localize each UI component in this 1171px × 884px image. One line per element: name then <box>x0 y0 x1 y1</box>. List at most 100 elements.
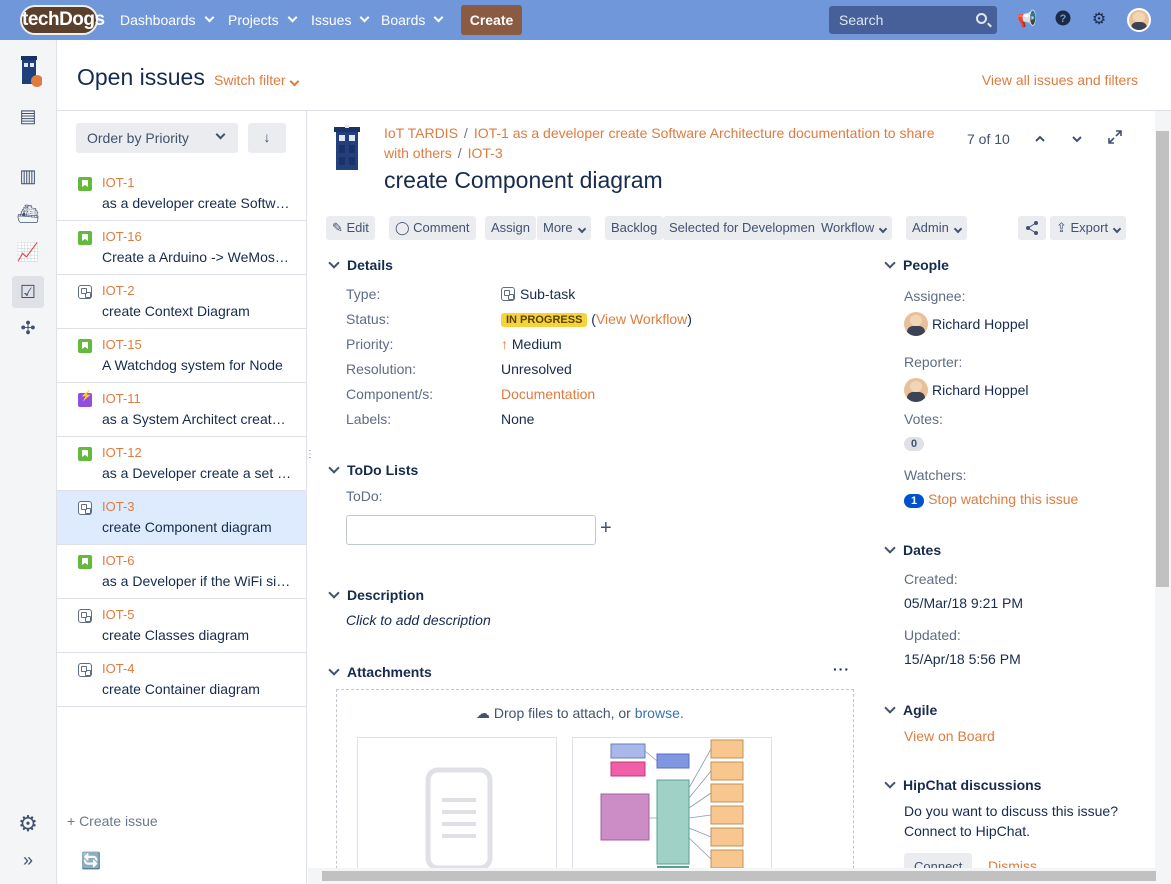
list-item[interactable]: IOT-12 as a Developer create a set of tes… <box>57 437 306 491</box>
view-workflow-link[interactable]: View Workflow <box>596 311 687 327</box>
watchers-count[interactable]: 1 <box>904 494 925 508</box>
issue-key: IOT-12 <box>102 445 142 460</box>
share-button[interactable] <box>1018 216 1046 240</box>
add-todo-icon[interactable]: + <box>600 517 612 540</box>
type-label: Type: <box>346 286 381 302</box>
people-heading[interactable]: People <box>886 257 949 273</box>
watchers-label: Watchers: <box>904 467 967 483</box>
sort-direction-button[interactable]: ↓ <box>248 123 286 153</box>
admin-button[interactable]: Admin <box>906 216 967 240</box>
details-heading[interactable]: Details <box>330 257 393 273</box>
comment-button[interactable]: ◯ Comment <box>389 216 476 240</box>
backlog-icon[interactable]: ▤ <box>16 104 40 128</box>
epic-icon <box>78 391 92 407</box>
backlog-button[interactable]: Backlog <box>605 216 664 240</box>
horizontal-scrollbar[interactable] <box>308 868 1171 884</box>
expand-sidebar-icon[interactable]: » <box>16 848 40 872</box>
agile-heading[interactable]: Agile <box>886 702 937 718</box>
hipchat-connect-button[interactable]: Connect <box>904 853 973 868</box>
breadcrumb-key[interactable]: IOT-3 <box>468 145 503 161</box>
user-avatar[interactable] <box>1127 8 1151 32</box>
panel-resize-handle[interactable]: ⋮ <box>305 450 315 468</box>
settings-gear-icon[interactable]: ⚙ <box>16 812 40 836</box>
add-ons-icon[interactable]: ✣ <box>16 316 40 340</box>
votes-count: 0 <box>904 437 925 451</box>
issue-summary: as a Developer if the WiFi signal drops <box>102 573 292 589</box>
techdogs-logo[interactable]: techDogs <box>20 5 105 35</box>
attachments-more-icon[interactable]: ··· <box>833 661 850 677</box>
updated-value: 15/Apr/18 5:56 PM <box>904 651 1021 667</box>
switch-filter-link[interactable]: Switch filter <box>214 72 300 88</box>
workflow-button[interactable]: Workflow <box>815 216 893 240</box>
assignee-name[interactable]: Richard Hoppel <box>932 316 1029 332</box>
list-item[interactable]: IOT-1 as a developer create Software Arch… <box>57 167 306 221</box>
next-issue-button[interactable] <box>1069 131 1085 147</box>
stop-watching-link[interactable]: Stop watching this issue <box>928 491 1078 507</box>
dates-heading[interactable]: Dates <box>886 542 941 558</box>
browse-link[interactable]: browse. <box>635 705 684 721</box>
list-item[interactable]: IOT-2 create Context Diagram <box>57 275 306 329</box>
subtask-icon <box>78 663 92 677</box>
create-button[interactable]: Create <box>461 5 522 35</box>
reports-icon[interactable]: 📈 <box>16 240 40 264</box>
refresh-icon[interactable]: 🔄 <box>81 851 101 871</box>
megaphone-icon[interactable]: 📢 <box>1017 10 1037 30</box>
list-item[interactable]: IOT-15 A Watchdog system for Node <box>57 329 306 383</box>
list-item[interactable]: IOT-5 create Classes diagram <box>57 599 306 653</box>
export-button[interactable]: ⇪ Export <box>1050 216 1127 240</box>
list-item[interactable]: IOT-3 create Component diagram <box>57 491 306 545</box>
description-heading[interactable]: Description <box>330 587 424 603</box>
chevron-down-icon <box>433 12 444 23</box>
nav-issues[interactable]: Issues <box>311 0 370 40</box>
releases-icon[interactable]: ⛴ <box>16 202 40 226</box>
attachment-thumbnail-diagram[interactable] <box>572 737 772 868</box>
order-by-dropdown[interactable]: Order by Priority <box>76 123 238 153</box>
attachments-heading[interactable]: Attachments <box>330 664 432 680</box>
selected-for-development-button[interactable]: Selected for Development <box>663 216 825 240</box>
issue-title[interactable]: create Component diagram <box>384 167 663 194</box>
resolution-value: Unresolved <box>501 361 572 377</box>
scrollbar-thumb[interactable] <box>1156 131 1169 587</box>
scrollbar-thumb[interactable] <box>322 871 1156 881</box>
issues-icon[interactable]: ☑ <box>12 276 44 308</box>
previous-issue-button[interactable] <box>1032 131 1048 147</box>
hipchat-heading[interactable]: HipChat discussions <box>886 777 1041 793</box>
edit-button[interactable]: ✎ Edit <box>326 216 375 240</box>
list-item[interactable]: IOT-11 as a System Architect create the o… <box>57 383 306 437</box>
todo-input[interactable] <box>346 515 596 545</box>
order-label: Order by Priority <box>87 130 189 146</box>
list-item[interactable]: IOT-4 create Container diagram <box>57 653 306 707</box>
todo-heading[interactable]: ToDo Lists <box>330 462 418 478</box>
help-icon[interactable]: ? <box>1053 10 1073 30</box>
assign-button[interactable]: Assign <box>485 216 537 240</box>
list-item[interactable]: IOT-16 Create a Arduino -> WeMos prototyp… <box>57 221 306 275</box>
gear-icon[interactable]: ⚙ <box>1089 10 1109 30</box>
hipchat-dismiss-link[interactable]: Dismiss <box>988 858 1037 868</box>
comment-label: Comment <box>413 220 470 235</box>
project-avatar[interactable] <box>16 56 43 88</box>
more-button[interactable]: More <box>536 216 591 240</box>
board-icon[interactable]: ▥ <box>16 164 40 188</box>
breadcrumb-project[interactable]: IoT TARDIS <box>384 125 458 141</box>
chevron-down-icon <box>360 12 370 23</box>
view-on-board-link[interactable]: View on Board <box>904 728 995 744</box>
component-value[interactable]: Documentation <box>501 386 595 402</box>
labels-value[interactable]: None <box>501 411 534 427</box>
vertical-scrollbar[interactable] <box>1155 111 1171 868</box>
votes-value[interactable]: 0 <box>904 434 925 451</box>
nav-boards[interactable]: Boards <box>381 0 444 40</box>
drop-files-text: ☁ Drop files to attach, or browse. <box>476 705 684 722</box>
status-value: IN PROGRESS (View Workflow) <box>501 311 692 327</box>
reporter-name[interactable]: Richard Hoppel <box>932 382 1029 398</box>
expand-icon[interactable] <box>1107 129 1123 145</box>
create-issue-link[interactable]: + Create issue <box>67 813 158 829</box>
description-placeholder[interactable]: Click to add description <box>346 612 491 628</box>
view-all-issues-link[interactable]: View all issues and filters <box>982 72 1138 88</box>
nav-label: Boards <box>381 12 426 28</box>
nav-projects[interactable]: Projects <box>228 0 298 40</box>
nav-dashboards[interactable]: Dashboards <box>120 0 214 40</box>
search-input[interactable]: Search <box>829 6 997 34</box>
document-icon <box>425 767 493 868</box>
list-item[interactable]: IOT-6 as a Developer if the WiFi signal d… <box>57 545 306 599</box>
attachment-thumbnail-document[interactable] <box>357 737 557 868</box>
